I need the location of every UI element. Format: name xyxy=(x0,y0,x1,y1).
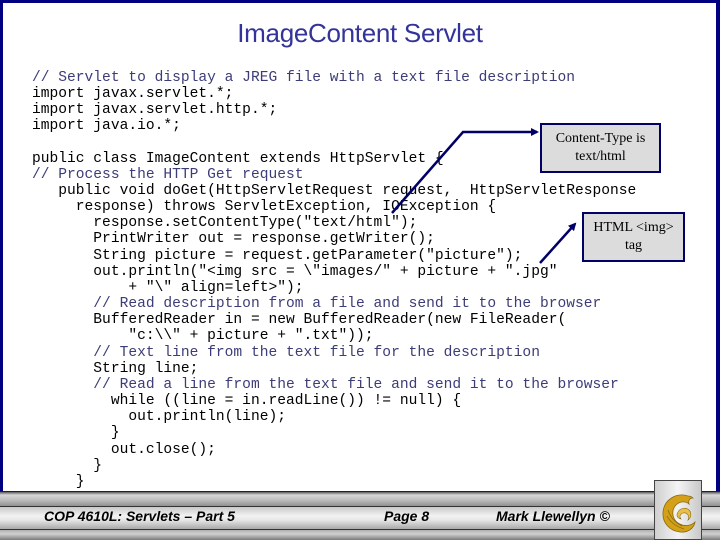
slide-border-left xyxy=(0,0,3,492)
code-line: } xyxy=(32,425,120,441)
footer-bottom-band xyxy=(0,530,720,540)
code-line: "c:\\" + picture + ".txt")); xyxy=(32,328,374,344)
footer-course: COP 4610L: Servlets – Part 5 xyxy=(44,508,235,524)
code-comment-line: // Read a line from the text file and se… xyxy=(32,377,619,393)
callout-content-type: Content-Type is text/html xyxy=(540,123,661,173)
slide-title: ImageContent Servlet xyxy=(237,18,483,48)
pegasus-logo-icon xyxy=(662,494,696,533)
callout-content-type-line2: text/html xyxy=(575,149,626,164)
code-line: String picture = request.getParameter("p… xyxy=(32,248,523,264)
callout-img-tag: HTML <img> tag xyxy=(582,212,685,262)
code-comment-line: // Servlet to display a JREG file with a… xyxy=(32,70,575,86)
code-line: } xyxy=(32,474,85,490)
code-comment-line: // Text line from the text file for the … xyxy=(32,345,540,361)
callout-content-type-line1: Content-Type is xyxy=(555,131,646,146)
code-comment-line: // Process the HTTP Get request xyxy=(32,167,304,183)
code-line: while ((line = in.readLine()) != null) { xyxy=(32,393,462,409)
logo-box xyxy=(654,480,702,540)
slide: ImageContent Servlet // Servlet to displ… xyxy=(0,0,720,540)
code-line: public void doGet(HttpServletRequest req… xyxy=(32,183,637,199)
code-line: out.println("<img src = \"images/" + pic… xyxy=(32,264,558,280)
footer-author: Mark Llewellyn © xyxy=(496,508,610,524)
callout-img-tag-line2: tag xyxy=(624,238,643,253)
code-line: String line; xyxy=(32,361,199,377)
footer-top-band xyxy=(0,491,720,506)
footer-page-number: Page 8 xyxy=(384,508,430,524)
slide-border-right xyxy=(716,0,720,492)
code-line: out.close(); xyxy=(32,442,216,458)
slide-footer: COP 4610L: Servlets – Part 5 Page 8 Mark… xyxy=(0,491,720,540)
code-line: import javax.servlet.http.*; xyxy=(32,102,278,118)
slide-border-top xyxy=(0,0,720,3)
callout-img-tag-line1: HTML <img> xyxy=(593,220,674,235)
code-comment-line: // Read description from a file and send… xyxy=(32,296,602,312)
code-line: out.println(line); xyxy=(32,409,286,425)
code-line: import java.io.*; xyxy=(32,118,181,134)
code-line: BufferedReader in = new BufferedReader(n… xyxy=(32,312,567,328)
code-line: response) throws ServletException, IOExc… xyxy=(32,199,497,215)
code-line: import javax.servlet.*; xyxy=(32,86,234,102)
code-line: PrintWriter out = response.getWriter(); xyxy=(32,231,435,247)
code-line: + "\" align=left>"); xyxy=(32,280,304,296)
code-line: public class ImageContent extends HttpSe… xyxy=(32,151,444,167)
img-tag-arrow xyxy=(539,222,577,264)
code-line: } xyxy=(32,458,103,474)
code-line: response.setContentType("text/html"); xyxy=(32,215,418,231)
